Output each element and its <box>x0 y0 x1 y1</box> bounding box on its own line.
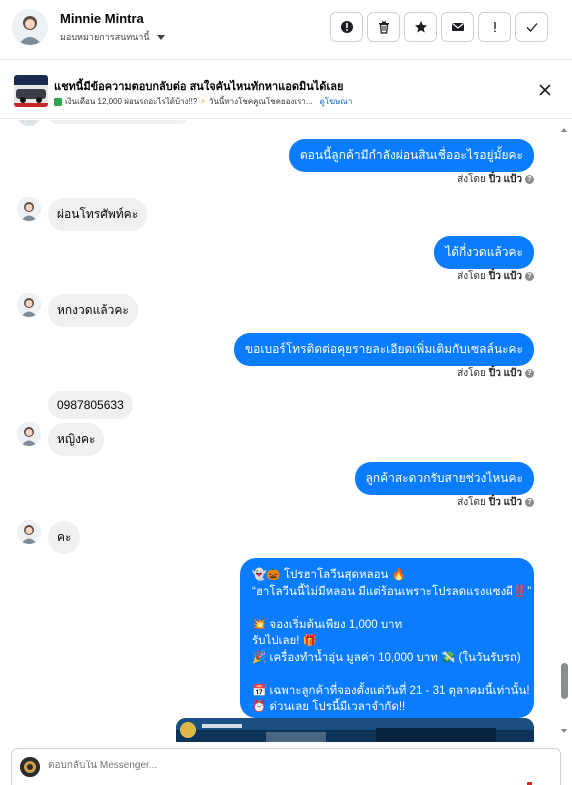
mark-unread-button[interactable] <box>441 12 474 42</box>
conversation-header: Minnie Mintra มอบหมายการสนทนานี้ <box>0 0 572 60</box>
close-icon[interactable] <box>538 83 552 97</box>
message-bubble-incoming: หกงวดแล้วคะ <box>48 294 138 327</box>
message-bubble-incoming: 0987805633 <box>48 391 133 419</box>
checkmark-icon <box>526 23 537 32</box>
sender-name[interactable]: ปิ๋ว แป้ว <box>489 366 522 381</box>
message-bubble-incoming: ผ่อนโทรศัพท์คะ <box>48 198 148 231</box>
sent-by-prefix: ส่งโดย <box>457 368 486 379</box>
chevron-down-icon <box>156 34 165 40</box>
spam-button[interactable] <box>478 12 511 42</box>
page-avatar <box>20 757 40 777</box>
report-button[interactable] <box>330 12 363 42</box>
avatar <box>17 293 41 317</box>
message-bubble-incoming: หญิงคะ <box>48 423 105 456</box>
ad-description-text: เงินเดือน 12,000 ผ่อนรถอะไรได้บ้าง!!? <box>65 97 198 106</box>
assign-conversation-dropdown[interactable]: มอบหมายการสนทนานี้ <box>60 30 165 44</box>
ad-thumbnail[interactable] <box>14 75 48 107</box>
report-icon <box>340 21 353 33</box>
ad-title: แชทนี้มีข้อความตอบกลับต่อ สนใจคันไหนทักห… <box>54 81 344 93</box>
ad-description-text-2: วันนี้ทางโชคคูณโชคยองเรา... <box>208 97 313 106</box>
promo-line: 👻🎃 โปรฮาโลวีนสุดหลอน 🔥 <box>252 569 406 581</box>
mark-done-button[interactable] <box>515 12 548 42</box>
message-thread[interactable]: ตอนนี้ลูกค้ามีกำลังผ่อนสินเชื่ออะไรอยู่ม… <box>0 120 572 742</box>
view-ad-link[interactable]: ดูโฆษณา <box>320 95 353 108</box>
info-icon[interactable]: ? <box>525 175 534 184</box>
avatar <box>17 422 41 446</box>
trash-icon <box>378 21 389 34</box>
avatar <box>17 120 41 126</box>
promo-spacer <box>252 600 522 617</box>
mail-icon <box>451 23 464 31</box>
sent-by-label: ส่งโดย ปิ๋ว แป้ว ? <box>457 269 534 284</box>
message-bubble-incoming: คะ <box>48 521 81 554</box>
sent-by-label: ส่งโดย ปิ๋ว แป้ว ? <box>457 495 534 510</box>
promo-line: 📅 เฉพาะลูกค้าที่จองตั้งแต่วันที่ 21 - 31… <box>252 684 530 697</box>
promo-image[interactable] <box>176 718 534 742</box>
star-button[interactable] <box>404 12 437 42</box>
promo-spacer <box>252 666 522 683</box>
sender-name[interactable]: ปิ๋ว แป้ว <box>489 495 522 510</box>
star-icon <box>414 21 427 33</box>
sent-by-prefix: ส่งโดย <box>457 271 486 282</box>
message-bubble-outgoing: ได้กี่งวดแล้วคะ <box>434 236 534 269</box>
avatar <box>17 197 41 221</box>
scroll-down-arrow[interactable] <box>561 729 567 733</box>
message-bubble-outgoing: ขอเบอร์โทรติดต่อคุยรายละเอียดเพิ่มเติมกั… <box>233 333 534 366</box>
ad-description: เงินเดือน 12,000 ผ่อนรถอะไรได้บ้าง!!? ⚡ … <box>54 95 352 108</box>
promo-line: 💥 จองเริ่มต้นเพียง 1,000 บาท <box>252 618 403 631</box>
sent-by-prefix: ส่งโดย <box>457 174 486 185</box>
bolt-icon: ⚡ <box>200 97 206 106</box>
sent-by-label: ส่งโดย ปิ๋ว แป้ว ? <box>457 366 534 381</box>
reply-input[interactable] <box>48 760 448 771</box>
sender-name[interactable]: ปิ๋ว แป้ว <box>489 172 522 187</box>
promo-line: ⏰ ด่วนเลย โปรนี้มีเวลาจำกัด!! <box>252 701 406 713</box>
check-icon <box>54 97 62 106</box>
promo-line: รับไปเลย! 🎁 <box>252 635 317 647</box>
scroll-up-arrow[interactable] <box>561 128 567 132</box>
exclamation-icon <box>493 22 496 32</box>
scrollbar-thumb[interactable] <box>561 663 568 699</box>
reply-composer <box>11 748 561 785</box>
header-actions <box>330 12 548 42</box>
promo-line: 🎉 เครื่องทำน้ำอุ่น มูลค่า 10,000 บาท 💸 (… <box>252 651 521 664</box>
promo-message-bubble: 👻🎃 โปรฮาโลวีนสุดหลอน 🔥 “ฮาโลวีนนี้ไม่มีห… <box>240 558 534 718</box>
delete-button[interactable] <box>367 12 400 42</box>
sender-name[interactable]: ปิ๋ว แป้ว <box>489 269 522 284</box>
assign-conversation-label: มอบหมายการสนทนานี้ <box>60 32 150 42</box>
message-bubble-outgoing: ลูกค้าสะดวกรับสายช่วงไหนคะ <box>354 462 534 495</box>
ad-context-banner: แชทนี้มีข้อความตอบกลับต่อ สนใจคันไหนทักห… <box>0 61 572 119</box>
contact-avatar[interactable] <box>12 9 48 45</box>
promo-line: “ฮาโลวีนนี้ไม่มีหลอน มีแต่ร้อนเพราะโปรลด… <box>252 585 532 598</box>
message-bubble-incoming <box>48 120 188 124</box>
info-icon[interactable]: ? <box>525 498 534 507</box>
info-icon[interactable]: ? <box>525 369 534 378</box>
message-bubble-outgoing: ตอนนี้ลูกค้ามีกำลังผ่อนสินเชื่ออะไรอยู่ม… <box>288 139 534 172</box>
sent-by-prefix: ส่งโดย <box>457 497 486 508</box>
avatar <box>17 520 41 544</box>
info-icon[interactable]: ? <box>525 272 534 281</box>
sent-by-label: ส่งโดย ปิ๋ว แป้ว ? <box>457 172 534 187</box>
contact-name[interactable]: Minnie Mintra <box>60 11 144 26</box>
